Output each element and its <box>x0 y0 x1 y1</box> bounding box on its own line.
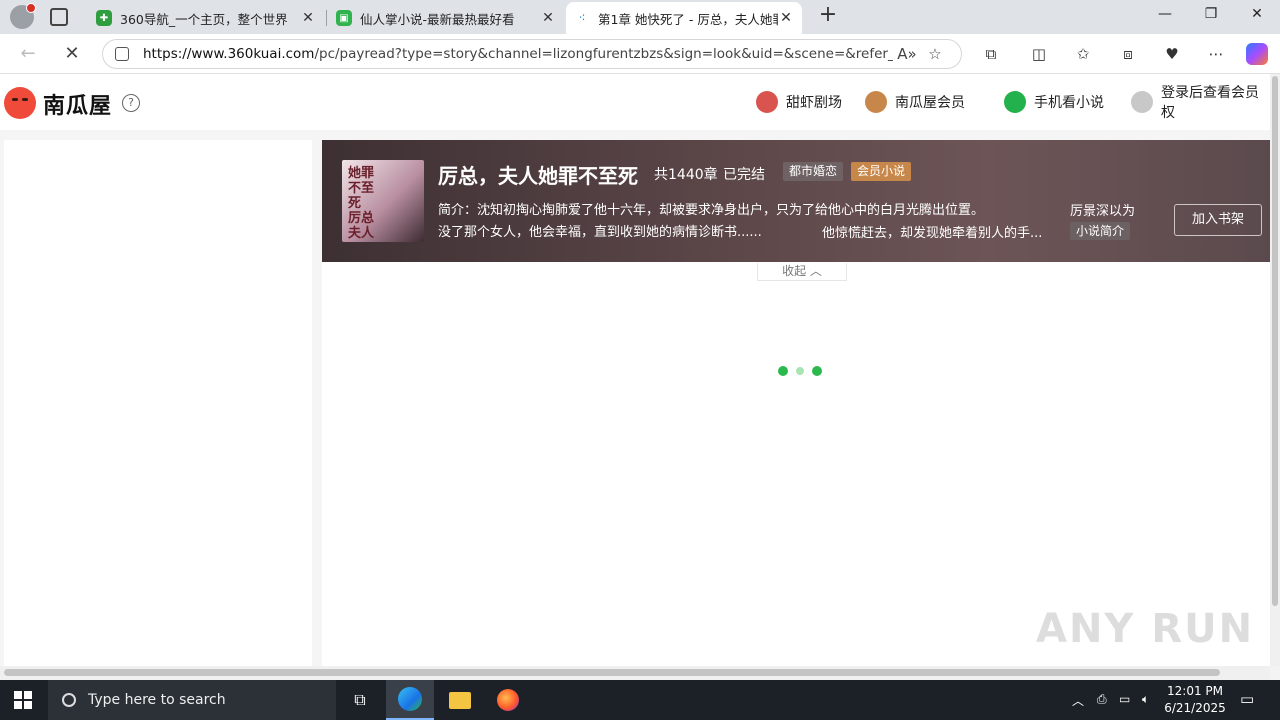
search-placeholder: Type here to search <box>88 692 226 708</box>
360-favicon-icon: ✚ <box>96 10 112 26</box>
close-tab-icon[interactable]: ✕ <box>300 10 316 26</box>
nav-membership[interactable]: 南瓜屋会员 <box>865 89 965 115</box>
close-tab-icon[interactable]: ✕ <box>778 10 794 26</box>
vertical-scrollbar[interactable] <box>1270 74 1280 666</box>
horizontal-scrollbar[interactable] <box>0 666 1270 680</box>
intro-line: 他惊慌赶去，却发现她牵着别人的手... <box>822 226 1043 241</box>
site-header: 南瓜屋 ? 甜虾剧场 南瓜屋会员 手机看小说 登录后查看会员权 <box>0 74 1270 130</box>
system-clock[interactable]: 12:01 PM 6/21/2025 <box>1160 683 1230 717</box>
read-aloud-icon[interactable]: A» <box>893 45 921 63</box>
windows-start-icon[interactable] <box>14 691 32 709</box>
web-page: 南瓜屋 ? 甜虾剧场 南瓜屋会员 手机看小说 登录后查看会员权 她罪不至死 厉总… <box>0 74 1270 666</box>
site-info-icon[interactable] <box>115 47 129 61</box>
search-icon <box>62 693 76 707</box>
loader-dot <box>812 366 822 376</box>
loading-spinner-icon: ⁖ <box>578 11 586 25</box>
nav-mobile-reading[interactable]: 手机看小说 <box>1004 89 1104 115</box>
show-hidden-icons-icon[interactable]: ︿ <box>1072 692 1084 709</box>
loader-dot <box>778 366 788 376</box>
new-tab-button[interactable]: + <box>816 4 840 28</box>
chevron-up-icon: ︿ <box>809 264 822 278</box>
meeting-icon[interactable]: ⎙ <box>1097 692 1107 707</box>
file-explorer-icon[interactable] <box>436 680 484 720</box>
extensions-icon[interactable]: ⧉ <box>980 43 1002 65</box>
scroll-thumb[interactable] <box>1272 76 1278 606</box>
intro-line: 厉景深以为 <box>1070 204 1136 219</box>
intro-toggle-button[interactable]: 小说简介 <box>1070 222 1131 240</box>
profile-avatar[interactable] <box>10 3 36 29</box>
nav-tianxia-theater[interactable]: 甜虾剧场 <box>756 89 842 115</box>
favorite-star-icon[interactable]: ☆ <box>921 45 949 63</box>
task-view-icon[interactable]: ⧉ <box>336 680 384 720</box>
book-cover[interactable]: 她罪不至死 厉总 夫人 <box>342 160 424 242</box>
restore-icon[interactable]: ❐ <box>1196 6 1226 26</box>
member-tag: 会员小说 <box>851 162 912 181</box>
firefox-icon[interactable] <box>484 680 532 720</box>
url-host: https://www.360kuai.com <box>143 46 315 62</box>
tab-xianrenzhang[interactable]: ▣ 仙人掌小说-最新最热最好看 ✕ <box>328 2 564 34</box>
windows-taskbar: Type here to search ⧉ ︿ ⎙ ▭ 🔈︎ 12:01 PM … <box>0 680 1280 720</box>
intro-line: 简介：沈知初掏心掏肺爱了他十六年，却被要求净身出户，只为了给他心中的白月光腾出位… <box>438 203 985 218</box>
book-title: 厉总，夫人她罪不至死 <box>438 164 638 188</box>
network-icon[interactable]: ▭ <box>1119 692 1130 706</box>
cactus-favicon-icon: ▣ <box>336 10 352 26</box>
nav-label: 甜虾剧场 <box>786 95 842 111</box>
loading-indicator <box>778 366 822 376</box>
tab-title: 360导航_一个主页，整个世界 <box>120 11 288 27</box>
edge-taskbar-icon[interactable] <box>386 680 434 720</box>
add-to-shelf-button[interactable]: 加入书架 <box>1174 204 1262 236</box>
tab-actions-icon[interactable] <box>50 8 68 26</box>
collapse-label: 收起 <box>782 264 807 278</box>
scroll-thumb[interactable] <box>4 669 1220 676</box>
chapter-sidebar <box>4 140 312 666</box>
back-arrow-icon[interactable]: ← <box>16 42 40 66</box>
copilot-icon[interactable] <box>1246 43 1268 65</box>
tab-chapter-active[interactable]: ⁖ 第1章 她快死了 - 厉总，夫人她罪 ✕ <box>566 2 802 34</box>
minimize-icon[interactable]: — <box>1150 6 1180 26</box>
nav-label: 南瓜屋会员 <box>895 95 965 111</box>
reader-main: 她罪不至死 厉总 夫人 厉总，夫人她罪不至死 共1440章 已完结 都市婚恋 会… <box>322 140 1270 666</box>
tab-title: 第1章 她快死了 - 厉总，夫人她罪 <box>598 11 778 27</box>
site-logo[interactable]: 南瓜屋 <box>43 88 112 120</box>
nav-login[interactable]: 登录后查看会员权 <box>1131 85 1270 121</box>
split-screen-icon[interactable]: ◫ <box>1028 43 1050 65</box>
stop-loading-icon[interactable]: ✕ <box>60 42 84 66</box>
phone-icon <box>1004 91 1026 113</box>
address-bar[interactable]: https://www.360kuai.com/pc/payread?type=… <box>102 39 962 69</box>
nav-label: 登录后查看会员权 <box>1161 85 1259 121</box>
nav-label: 手机看小说 <box>1034 95 1104 111</box>
chapter-count: 共1440章 <box>654 167 718 183</box>
more-menu-icon[interactable]: ⋯ <box>1205 43 1227 65</box>
url-path: /pc/payread?type=story&channel=lizongfur… <box>314 46 893 62</box>
vip-badge-icon <box>865 91 887 113</box>
close-window-icon[interactable]: ✕ <box>1242 6 1272 26</box>
genre-tag: 都市婚恋 <box>783 162 844 181</box>
clock-date: 6/21/2025 <box>1164 701 1226 715</box>
tab-title: 仙人掌小说-最新最热最好看 <box>360 11 515 27</box>
volume-icon[interactable]: 🔈︎ <box>1142 692 1149 707</box>
anyrun-watermark: ANY RUN <box>1036 606 1255 652</box>
help-icon[interactable]: ? <box>122 94 140 112</box>
cover-title: 她罪不至死 厉总 夫人 <box>348 166 375 241</box>
completion-status: 已完结 <box>723 167 765 183</box>
close-tab-icon[interactable]: ✕ <box>540 10 556 26</box>
tab-360-nav[interactable]: ✚ 360导航_一个主页，整个世界 ✕ <box>88 2 324 34</box>
collapse-button[interactable]: 收起 ︿ <box>757 263 847 281</box>
url-text[interactable]: https://www.360kuai.com/pc/payread?type=… <box>143 46 893 62</box>
tab-divider <box>326 10 327 26</box>
favorites-icon[interactable]: ✩ <box>1072 43 1094 65</box>
pumpkin-logo-icon[interactable] <box>4 87 36 119</box>
loader-dot <box>796 367 804 375</box>
notifications-icon[interactable]: ▭ <box>1240 690 1254 708</box>
taskbar-search[interactable]: Type here to search <box>48 680 336 720</box>
user-avatar-icon <box>1131 91 1153 113</box>
book-banner: 她罪不至死 厉总 夫人 厉总，夫人她罪不至死 共1440章 已完结 都市婚恋 会… <box>322 140 1270 262</box>
collections-icon[interactable]: ⧈ <box>1117 43 1139 65</box>
shrimp-icon <box>756 91 778 113</box>
tab-strip: ✚ 360导航_一个主页，整个世界 ✕ ▣ 仙人掌小说-最新最热最好看 ✕ ⁖ … <box>0 0 1280 34</box>
browser-essentials-icon[interactable]: ♥ <box>1161 43 1183 65</box>
browser-toolbar: ← ✕ https://www.360kuai.com/pc/payread?t… <box>0 34 1280 74</box>
clock-time: 12:01 PM <box>1167 684 1223 698</box>
